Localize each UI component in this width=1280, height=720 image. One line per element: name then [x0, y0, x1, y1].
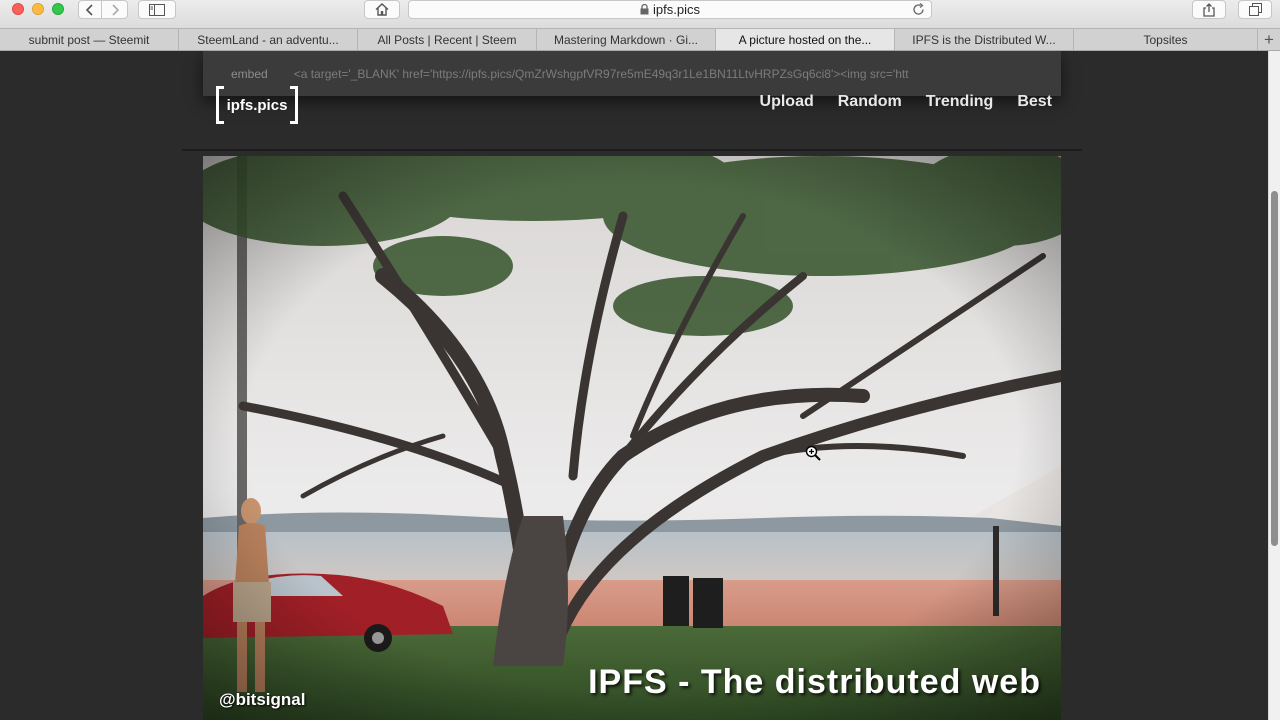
lock-icon [640, 4, 649, 15]
home-button[interactable] [364, 0, 400, 19]
forward-button[interactable] [102, 0, 128, 19]
tab-overview-button[interactable] [1238, 0, 1272, 19]
embed-code-field[interactable]: <a target='_BLANK' href='https://ipfs.pi… [294, 67, 1026, 81]
header-divider [182, 149, 1082, 151]
logo-text: ipfs.pics [226, 96, 288, 114]
tab-mastering-markdown[interactable]: Mastering Markdown · Gi... [537, 29, 716, 50]
nav-random-link[interactable]: Random [838, 93, 902, 111]
sidebar-toggle-button[interactable] [138, 0, 176, 19]
site-logo[interactable]: ipfs.pics [216, 86, 298, 124]
photo-image [203, 156, 1061, 720]
nav-trending-link[interactable]: Trending [926, 93, 994, 111]
tab-label: IPFS is the Distributed W... [912, 32, 1056, 47]
embed-code-panel: embed <a target='_BLANK' href='https://i… [203, 51, 1061, 96]
sidebar-icon [149, 3, 165, 16]
page-content: embed <a target='_BLANK' href='https://i… [0, 51, 1280, 720]
zoom-in-cursor-icon [805, 445, 821, 461]
tab-bar: submit post — Steemit SteemLand - an adv… [0, 28, 1280, 51]
page-scrollbar[interactable] [1268, 51, 1280, 720]
reload-icon[interactable] [912, 3, 925, 16]
plus-icon: + [1264, 29, 1274, 49]
tab-picture-hosted[interactable]: A picture hosted on the... [716, 29, 895, 50]
embed-label: embed [231, 66, 268, 81]
url-text: ipfs.pics [653, 2, 700, 17]
tab-submit-post[interactable]: submit post — Steemit [0, 29, 179, 50]
home-icon [375, 3, 389, 16]
share-icon [1203, 2, 1215, 17]
nav-best-link[interactable]: Best [1017, 93, 1052, 111]
scrollbar-thumb[interactable] [1271, 191, 1278, 546]
tab-label: All Posts | Recent | Steem [377, 32, 517, 47]
new-tab-button[interactable]: + [1258, 29, 1280, 50]
minimize-window-button[interactable] [32, 3, 44, 15]
tab-topsites[interactable]: Topsites [1074, 29, 1258, 50]
tabs-icon [1248, 3, 1262, 16]
nav-upload-link[interactable]: Upload [760, 93, 814, 111]
tab-label: submit post — Steemit [28, 32, 150, 47]
logo-bracket-right [290, 86, 298, 124]
share-button[interactable] [1192, 0, 1226, 19]
chevron-right-icon [111, 3, 119, 16]
close-window-button[interactable] [12, 3, 24, 15]
tab-label: SteemLand - an adventu... [197, 32, 339, 47]
tab-steemland[interactable]: SteemLand - an adventu... [179, 29, 358, 50]
chevron-left-icon [85, 3, 93, 16]
browser-toolbar: ipfs.pics [0, 0, 1280, 28]
logo-bracket-left [216, 86, 224, 124]
tab-label: Mastering Markdown · Gi... [553, 32, 699, 47]
hosted-photo[interactable]: @bitsignal IPFS - The distributed web [203, 156, 1061, 720]
photo-title: IPFS - The distributed web [588, 663, 1041, 701]
tab-label: A picture hosted on the... [738, 32, 872, 47]
tab-label: Topsites [1143, 32, 1188, 47]
photo-credit: @bitsignal [219, 690, 306, 709]
zoom-window-button[interactable] [52, 3, 64, 15]
back-button[interactable] [78, 0, 102, 19]
tab-all-posts[interactable]: All Posts | Recent | Steem [358, 29, 537, 50]
site-nav: Upload Random Trending Best [760, 93, 1052, 111]
tab-ipfs-distributed[interactable]: IPFS is the Distributed W... [895, 29, 1074, 50]
address-bar[interactable]: ipfs.pics [408, 0, 932, 19]
